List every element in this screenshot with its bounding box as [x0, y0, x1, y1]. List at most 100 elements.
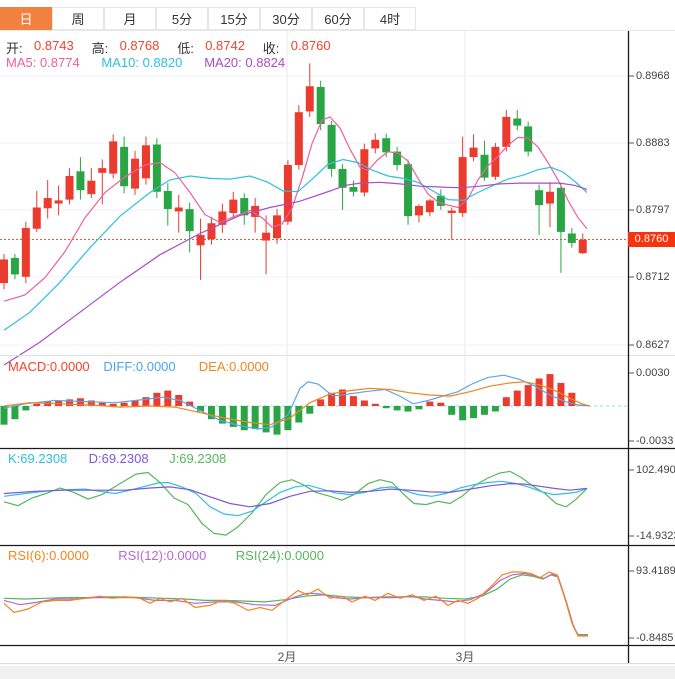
candle-body [207, 223, 215, 239]
macd-bar [448, 406, 455, 415]
rsi-legend-item: RSI(6):0.0000 [8, 548, 89, 563]
macd-bar [350, 396, 357, 406]
candle-body [349, 187, 357, 192]
candle-body [426, 200, 434, 212]
ohlc-value: 0.8742 [205, 38, 245, 53]
macd-legend-item: MACD:0.0000 [8, 359, 90, 374]
candle-body [415, 206, 423, 215]
candle-body [0, 259, 8, 283]
candle-body [317, 87, 325, 124]
candle-body [306, 86, 314, 111]
macd-bar [383, 406, 390, 408]
price-axis-label: 0.8627 [636, 339, 670, 351]
macd-bar [110, 404, 117, 406]
macd-legend-item: DIFF:0.0000 [103, 359, 175, 374]
candle-body [470, 148, 478, 157]
rsi24-line [4, 575, 588, 635]
price-axis-label: 0.8968 [636, 70, 670, 82]
footer-band [0, 666, 675, 679]
candle-body [535, 190, 543, 205]
candle-body [76, 171, 84, 190]
macd-bar [525, 385, 532, 406]
macd-bar [153, 393, 160, 406]
candle-body [382, 138, 390, 152]
candle-body [262, 233, 270, 241]
price-axis-label: 0.8797 [636, 204, 670, 216]
ma-legend-item: MA20: 0.8824 [204, 55, 285, 70]
macd-bar [1, 406, 8, 425]
macd-bar [295, 406, 302, 423]
price-axis-label: 0.8712 [636, 271, 670, 283]
rsi-axis-label: 93.4189 [636, 565, 675, 577]
candle-body [197, 235, 205, 245]
macd-bar [536, 379, 543, 407]
candle-body [186, 209, 194, 231]
ohlc-value: 0.8760 [291, 38, 331, 53]
rsi6-line [4, 572, 588, 636]
candle-body [22, 228, 30, 277]
macd-bar [252, 406, 259, 429]
candle-body [153, 145, 161, 192]
macd-legend-item: DEA:0.0000 [199, 359, 269, 374]
rsi-axis-label: -0.8485 [636, 632, 673, 644]
macd-bar [492, 406, 499, 412]
ohlc-value: 0.8743 [34, 38, 74, 53]
candle-body [55, 200, 63, 203]
kdj-legend-item: J:69.2308 [169, 451, 226, 466]
macd-bar [274, 406, 281, 435]
macd-bar [470, 406, 477, 418]
rsi12-line [4, 573, 588, 635]
candle-body [360, 149, 368, 192]
x-axis-month-label: 2月 [278, 648, 297, 665]
ohlc-value: 0.8768 [120, 38, 160, 53]
macd-bar [394, 406, 401, 410]
macd-bar [33, 404, 40, 406]
kdj-legend-item: K:69.2308 [8, 451, 67, 466]
macd-bar [317, 399, 324, 406]
trading-chart-app: 日周月5分15分30分60分4时 开:0.8743高:0.8768低:0.874… [0, 0, 675, 679]
price-axis-label: 0.8883 [636, 137, 670, 149]
macd-bar [481, 406, 488, 415]
ma-legend-item: MA5: 0.8774 [6, 55, 80, 70]
candle-body [448, 211, 456, 213]
candle-body [513, 119, 521, 126]
x-axis-month-label: 3月 [456, 648, 475, 665]
candle-body [568, 233, 576, 242]
candle-body [175, 207, 183, 211]
ma-legend-item: MA10: 0.8820 [101, 55, 182, 70]
candle-body [557, 188, 565, 232]
candle-body [131, 159, 139, 189]
candle-body [284, 165, 292, 222]
chart-canvas [0, 0, 675, 679]
macd-bar [514, 391, 521, 406]
macd-bar [22, 406, 29, 410]
macd-bar [11, 406, 18, 419]
macd-bar [372, 404, 379, 406]
candle-body [11, 258, 19, 275]
candle-body [98, 168, 106, 173]
candle-body [109, 141, 117, 173]
macd-bar [405, 406, 412, 412]
candle-body [295, 112, 303, 165]
macd-bar [415, 406, 422, 409]
kdj-axis-label: 102.4905 [636, 464, 675, 476]
rsi-legend-item: RSI(12):0.0000 [118, 548, 206, 563]
candle-body [579, 240, 587, 253]
macd-bar [361, 401, 368, 407]
macd-bar [306, 406, 313, 414]
macd-bar [121, 403, 128, 406]
rsi-legend-item: RSI(24):0.0000 [236, 548, 324, 563]
macd-axis-label: 0.0030 [636, 367, 670, 379]
macd-bar [503, 397, 510, 406]
current-price-tag: 0.8760 [628, 232, 675, 247]
macd-bar [437, 403, 444, 406]
macd-bar [459, 406, 466, 420]
candle-body [33, 207, 41, 228]
candle-body [371, 140, 379, 149]
candle-body [44, 198, 52, 208]
candle-body [142, 145, 150, 178]
candle-body [502, 117, 510, 147]
candle-body [229, 200, 237, 213]
candle-body [66, 176, 74, 200]
candle-body [459, 157, 467, 213]
